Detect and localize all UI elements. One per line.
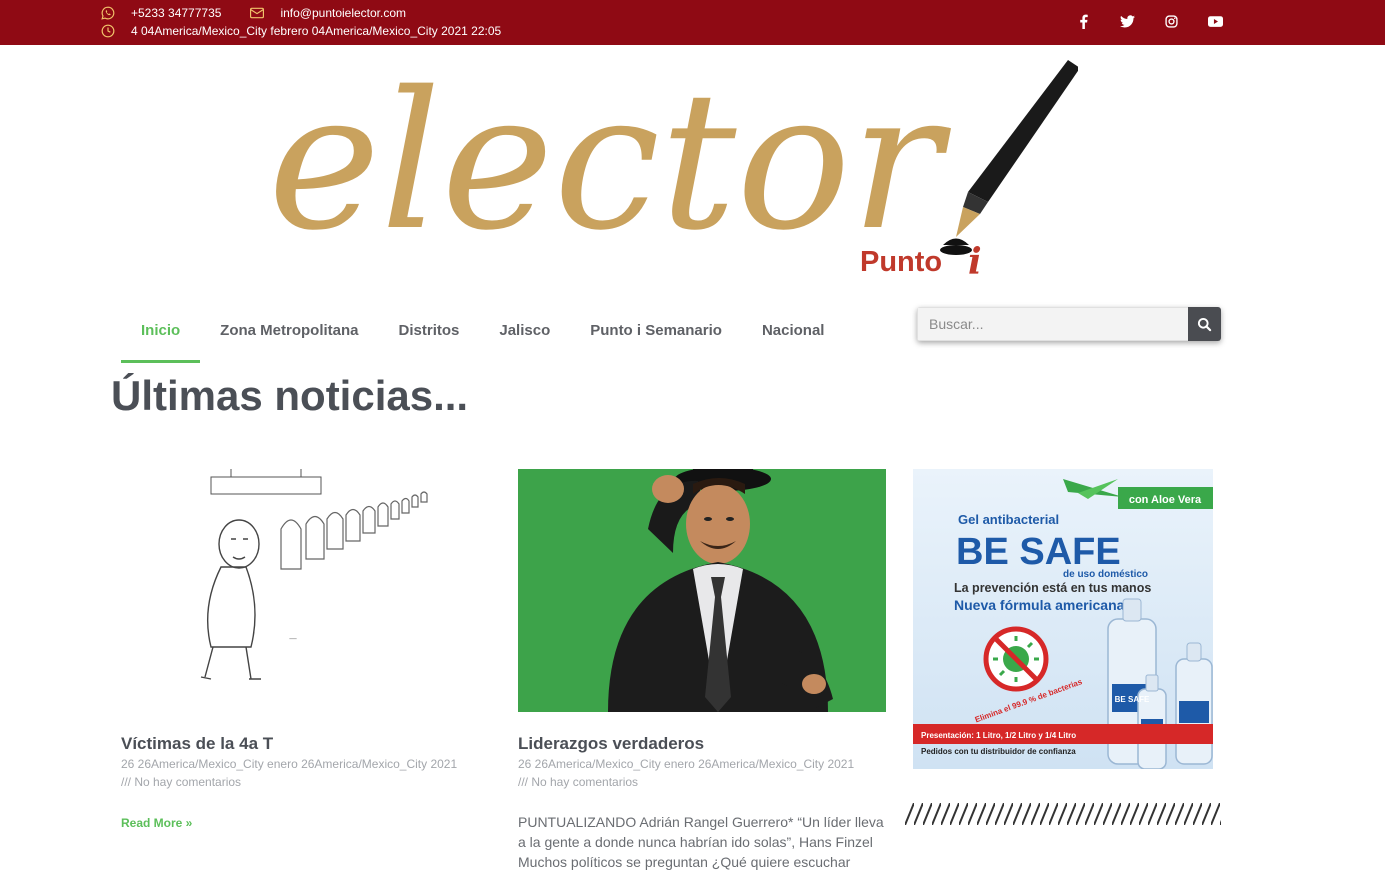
datetime-row: 4 04America/Mexico_City febrero 04Americ… [100,23,501,39]
advertisement-banner[interactable]: con Aloe Vera Gel antibacterial BE SAFE … [913,469,1213,769]
search-icon [1197,317,1212,331]
email-link[interactable]: info@puntoielector.com [280,6,406,20]
ad-tag: con Aloe Vera [1129,494,1202,506]
logo-subtitle: Punto [860,246,942,278]
post-comments[interactable]: /// No hay comentarios [518,775,886,790]
search-button[interactable] [1188,307,1221,341]
site-logo[interactable]: elector Punto i [268,51,1080,283]
decorative-divider [905,803,1221,825]
logo-wordmark: elector [268,52,952,272]
contact-row: +5233 34777735 info@puntoielector.com [100,5,406,21]
nav-item-inicio[interactable]: Inicio [121,308,201,363]
ad-brand: BE SAFE [956,531,1121,573]
post-thumbnail-cartoon[interactable]: — [121,469,489,712]
nav-item-punto-i-semanario[interactable]: Punto i Semanario [570,308,742,353]
post-title[interactable]: Víctimas de la 4a T [121,734,489,754]
search-form [917,307,1221,341]
whatsapp-icon [100,5,116,21]
no-virus-icon [983,626,1049,692]
post-thumbnail-photo[interactable] [518,469,886,712]
ad-line4: Nueva fórmula americana [954,597,1125,613]
post-title[interactable]: Liderazgos verdaderos [518,734,886,754]
logo-subtitle-i: i [968,241,982,282]
ad-line3: La prevención está en tus manos [954,581,1151,595]
ad-footer2: Pedidos con tu distribuidor de confianza [921,747,1076,756]
twitter-icon[interactable] [1118,12,1136,30]
main-nav: Inicio Zona Metropolitana Distritos Jali… [121,308,845,363]
ad-footer1: Presentación: 1 Litro, 1/2 Litro y 1/4 L… [921,731,1076,740]
svg-text:—: — [289,634,297,643]
post-card: — Víctimas de la 4a T 26 26America/Mexic… [121,469,489,830]
post-comments[interactable]: /// No hay comentarios [121,775,489,790]
nav-item-jalisco[interactable]: Jalisco [479,308,570,353]
nav-item-distritos[interactable]: Distritos [379,308,480,353]
section-heading: Últimas noticias... [111,372,469,419]
post-date: 26 26America/Mexico_City enero 26America… [518,757,855,771]
social-links [1074,12,1224,30]
youtube-icon[interactable] [1206,12,1224,30]
envelope-icon [249,5,265,21]
ad-line1: Gel antibacterial [958,512,1059,527]
search-input[interactable] [917,307,1188,341]
bottle-label: BE SAFE [1115,695,1150,704]
phone-number[interactable]: +5233 34777735 [131,6,221,20]
post-card: Liderazgos verdaderos 26 26America/Mexic… [518,469,886,872]
current-datetime: 4 04America/Mexico_City febrero 04Americ… [131,24,502,38]
facebook-icon[interactable] [1074,12,1092,30]
post-date: 26 26America/Mexico_City enero 26America… [121,757,458,771]
post-excerpt: PUNTUALIZANDO Adrián Rangel Guerrero* “U… [518,814,884,870]
ad-line2: de uso doméstico [1063,569,1148,580]
nav-item-zona-metropolitana[interactable]: Zona Metropolitana [200,308,378,353]
fountain-pen-icon [940,60,1080,255]
nav-item-nacional[interactable]: Nacional [742,308,845,353]
clock-icon [100,23,116,39]
read-more-link[interactable]: Read More » [121,816,489,830]
instagram-icon[interactable] [1162,12,1180,30]
top-bar: +5233 34777735 info@puntoielector.com 4 … [0,0,1385,45]
